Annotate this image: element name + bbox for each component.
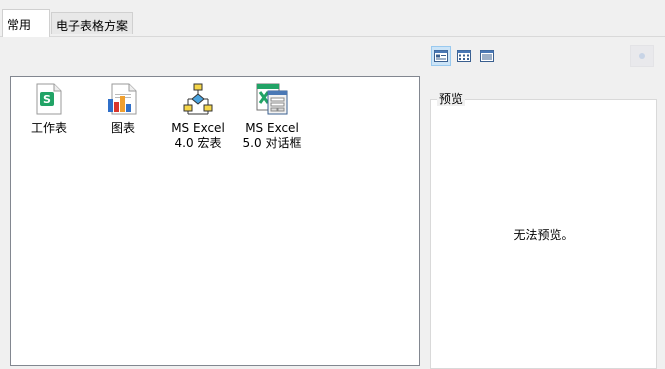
list-view-button[interactable] — [477, 46, 497, 66]
tab-strip: 常用 电子表格方案 — [0, 0, 665, 37]
macro-sheet-icon — [183, 83, 213, 115]
template-list[interactable]: S 工作表 图表 MS Excel 4.0 宏表 MS Excel 5.0 对话… — [10, 76, 420, 366]
large-icons-icon — [434, 50, 448, 62]
template-worksheet[interactable]: S 工作表 — [13, 79, 85, 136]
small-icons-icon — [457, 50, 471, 62]
template-chart-label: 图表 — [110, 121, 135, 135]
tab-common[interactable]: 常用 — [2, 9, 50, 37]
template-macro-sheet-label-line1: MS Excel — [171, 121, 225, 135]
tab-divider — [0, 36, 665, 37]
template-macro-sheet[interactable]: MS Excel 4.0 宏表 — [162, 79, 234, 151]
tab-spreadsheet-solutions[interactable]: 电子表格方案 — [51, 12, 133, 34]
worksheet-icon: S — [36, 83, 62, 115]
template-worksheet-label: 工作表 — [30, 121, 67, 135]
preview-legend: 预览 — [437, 92, 466, 106]
help-icon — [639, 53, 645, 59]
tab-common-label: 常用 — [7, 18, 32, 32]
large-icons-view-button[interactable] — [431, 46, 451, 66]
list-view-icon — [480, 50, 494, 62]
template-dialog-sheet-label-line2: 5.0 对话框 — [242, 136, 302, 150]
preview-message: 无法预览。 — [513, 228, 574, 242]
dialog-sheet-icon — [256, 83, 288, 115]
chart-icon — [108, 83, 137, 115]
template-dialog-sheet-label-line1: MS Excel — [245, 121, 299, 135]
template-dialog-sheet[interactable]: MS Excel 5.0 对话框 — [236, 79, 308, 151]
template-macro-sheet-label-line2: 4.0 宏表 — [174, 136, 222, 150]
small-icons-view-button[interactable] — [454, 46, 474, 66]
template-chart[interactable]: 图表 — [87, 79, 159, 136]
svg-text:S: S — [43, 93, 51, 106]
help-button[interactable] — [630, 45, 654, 67]
tab-spreadsheet-solutions-label: 电子表格方案 — [56, 19, 129, 33]
